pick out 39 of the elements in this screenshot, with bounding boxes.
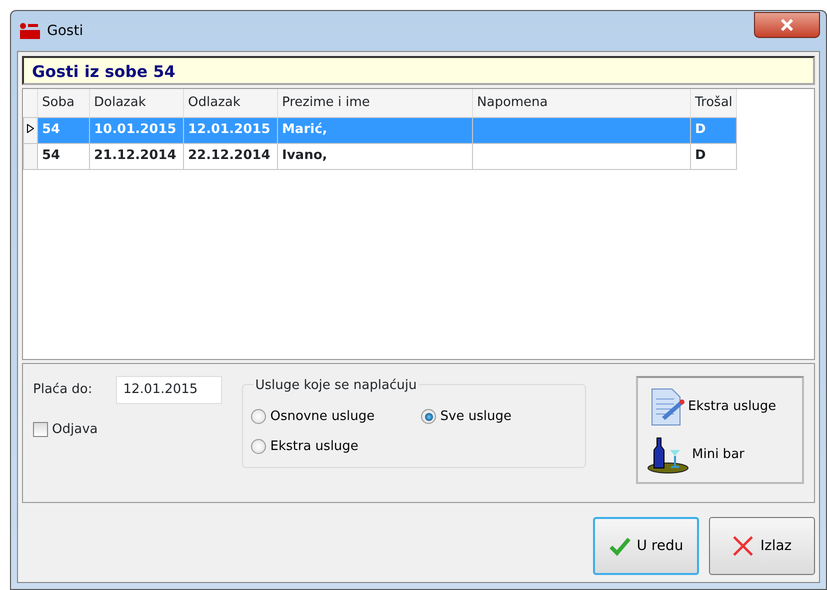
close-button[interactable] (754, 12, 820, 38)
table-cell: 10.01.2015 (90, 117, 184, 143)
table-row[interactable]: 54 21.12.2014 22.12.2014 Ivano, D (24, 143, 737, 169)
column-header: Trošal (690, 89, 737, 117)
app-logo-icon (19, 22, 41, 40)
check-icon (608, 536, 631, 556)
table-cell: Marić, (278, 117, 472, 143)
table-cell: D (690, 143, 737, 169)
row-indicator-icon (27, 124, 34, 134)
paid-until-field[interactable]: 12.01.2015 (116, 376, 222, 404)
window-title: Gosti (47, 22, 84, 40)
radio-circle[interactable] (421, 409, 436, 424)
column-header: Odlazak (184, 89, 278, 117)
column-header: Dolazak (90, 89, 184, 117)
side-button[interactable]: Mini bar (646, 436, 794, 474)
column-header: Napomena (472, 89, 690, 117)
bottle-glass-icon (646, 436, 690, 474)
table-cell: 54 (38, 143, 90, 169)
radio-circle[interactable] (251, 409, 266, 424)
table-cell: D (690, 117, 737, 143)
table-cell: 54 (38, 117, 90, 143)
radio-option[interactable]: Sve usluge (421, 407, 572, 426)
ok-button[interactable]: U redu (593, 517, 699, 575)
table-cell: 21.12.2014 (90, 143, 184, 169)
paid-until-label: Plaća do: (33, 381, 92, 400)
radio-option[interactable]: Ekstra usluge (251, 436, 422, 456)
column-header: Soba (38, 89, 90, 117)
table-cell: 12.01.2015 (184, 117, 278, 143)
table-cell: 22.12.2014 (184, 143, 278, 169)
close-icon (780, 19, 794, 31)
side-button[interactable]: Ekstra usluge (646, 386, 794, 426)
column-header: Prezime i ime (278, 89, 472, 117)
exit-button[interactable]: Izlaz (709, 517, 815, 575)
checkout-checkbox[interactable]: Odjava (33, 420, 222, 440)
radio-circle[interactable] (251, 438, 266, 454)
radio-option[interactable]: Osnovne usluge (251, 407, 422, 426)
cross-icon (732, 535, 754, 557)
table-cell: Ivano, (278, 143, 472, 169)
room-guests-heading: Gosti iz sobe 54 (22, 56, 815, 85)
